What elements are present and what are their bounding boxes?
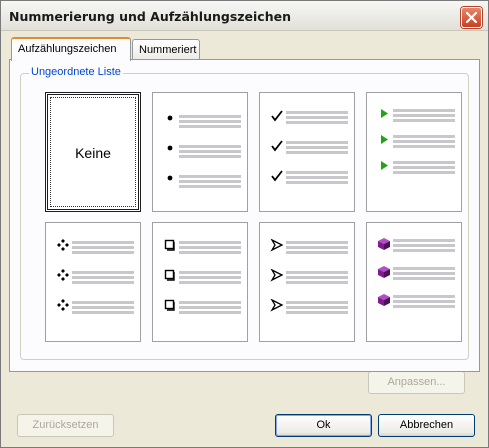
- option-purple-book-bullets[interactable]: [366, 222, 462, 342]
- close-icon: [466, 12, 477, 23]
- dialog-window: Nummerierung und Aufzählungszeichen Aufz…: [0, 0, 489, 448]
- tab-aufzaehlungszeichen[interactable]: Aufzählungszeichen: [11, 37, 131, 61]
- customize-button[interactable]: Anpassen...: [368, 371, 465, 394]
- tab-panel: Ungeordnete Liste Keine: [9, 59, 480, 372]
- unordered-list-group: Ungeordnete Liste Keine: [20, 66, 469, 360]
- close-button[interactable]: [461, 7, 482, 28]
- arrowhead-bullet-icon: [270, 269, 284, 283]
- purple-book-bullet-icon: [377, 293, 391, 307]
- green-triangle-bullet-icon: [377, 133, 391, 147]
- dot-bullet-icon: [163, 143, 177, 157]
- dialog-title: Nummerierung und Aufzählungszeichen: [9, 9, 291, 24]
- four-diamond-bullet-icon: [56, 299, 70, 313]
- dot-bullet-icon: [163, 113, 177, 127]
- four-diamond-bullet-icon: [56, 269, 70, 283]
- tab-nummeriert[interactable]: Nummeriert: [132, 39, 200, 60]
- ok-button[interactable]: Ok: [275, 414, 372, 437]
- square-bullet-icon: [163, 239, 177, 253]
- green-triangle-bullet-icon: [377, 159, 391, 173]
- option-arrowhead-bullets[interactable]: [259, 222, 355, 342]
- dot-bullet-icon: [163, 173, 177, 187]
- four-diamond-bullet-icon: [56, 239, 70, 253]
- square-bullet-icon: [163, 299, 177, 313]
- tab-label: Nummeriert: [139, 44, 197, 56]
- option-none[interactable]: Keine: [45, 92, 141, 212]
- group-legend: Ungeordnete Liste: [29, 66, 123, 78]
- option-square-bullets[interactable]: [152, 222, 248, 342]
- reset-button[interactable]: Zurücksetzen: [17, 414, 114, 437]
- arrowhead-bullet-icon: [270, 299, 284, 313]
- title-bar[interactable]: Nummerierung und Aufzählungszeichen: [1, 1, 488, 31]
- tab-label: Aufzählungszeichen: [18, 43, 117, 55]
- purple-book-bullet-icon: [377, 237, 391, 251]
- cancel-button[interactable]: Abbrechen: [378, 414, 475, 437]
- option-green-triangle-bullets[interactable]: [366, 92, 462, 212]
- option-four-diamond-bullets[interactable]: [45, 222, 141, 342]
- square-bullet-icon: [163, 269, 177, 283]
- option-checkmark-bullets[interactable]: [259, 92, 355, 212]
- arrowhead-bullet-icon: [270, 239, 284, 253]
- checkmark-bullet-icon: [270, 169, 284, 183]
- checkmark-bullet-icon: [270, 139, 284, 153]
- option-none-label: Keine: [75, 145, 111, 161]
- option-dot-bullets[interactable]: [152, 92, 248, 212]
- green-triangle-bullet-icon: [377, 107, 391, 121]
- checkmark-bullet-icon: [270, 109, 284, 123]
- purple-book-bullet-icon: [377, 265, 391, 279]
